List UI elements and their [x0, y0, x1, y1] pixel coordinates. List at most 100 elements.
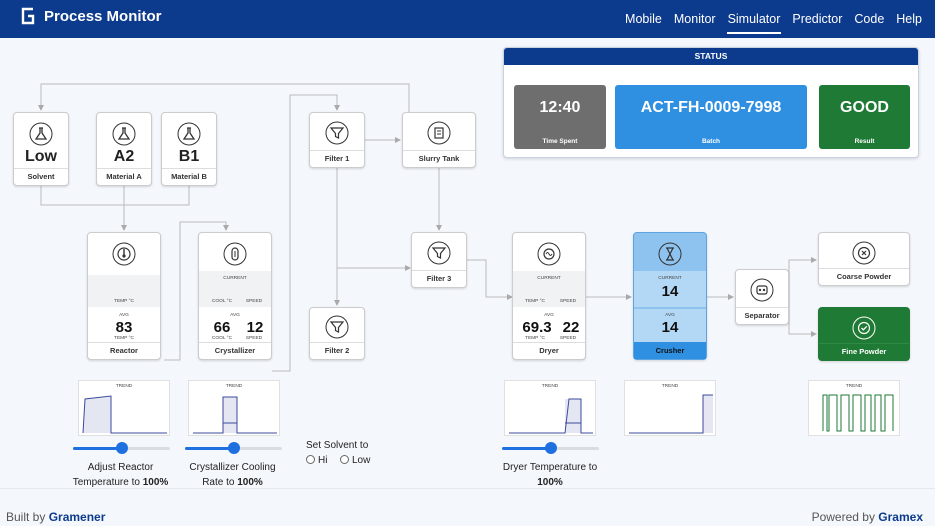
filter-2-node[interactable]: Filter 2	[309, 307, 365, 360]
check-circle-icon	[852, 316, 876, 340]
crusher-label: Crusher	[634, 342, 706, 359]
material-b-node[interactable]: B1 Material B	[161, 112, 217, 186]
dryer-slider-caption: Dryer Temperature to 100%	[502, 462, 598, 488]
crusher-node[interactable]: CURRENT 14 AVG 14 Crusher	[633, 232, 707, 360]
result-label: Result	[854, 138, 875, 145]
material-b-label: Material B	[162, 168, 216, 185]
crystallizer-avg-cool-unit: COOL °C	[211, 336, 233, 341]
cylinder-icon	[223, 242, 247, 266]
crystallizer-trend: TREND	[188, 380, 280, 436]
crystallizer-avg-label: AVG	[230, 313, 240, 318]
solvent-option-hi[interactable]: Hi	[306, 455, 327, 466]
filter-icon	[427, 241, 451, 265]
slurry-tank-label: Slurry Tank	[403, 150, 475, 167]
reactor-trend: TREND	[78, 380, 170, 436]
crystallizer-avg-speed-unit: SPEED	[245, 336, 263, 341]
solvent-label: Solvent	[14, 168, 68, 185]
dryer-temperature-slider[interactable]	[502, 441, 599, 455]
reactor-slider-caption: Adjust Reactor Temperature to 100%	[72, 462, 169, 488]
dryer-avg-speed-unit: SPEED	[559, 336, 577, 341]
crystallizer-cooling-slider[interactable]	[185, 441, 282, 455]
slurry-tank-node[interactable]: Slurry Tank	[402, 112, 476, 168]
crusher-avg-value: 14	[661, 319, 679, 336]
material-a-node[interactable]: A2 Material A	[96, 112, 152, 186]
material-a-label: Material A	[97, 168, 151, 185]
status-title: STATUS	[504, 48, 918, 65]
gramener-link[interactable]: Gramener	[49, 510, 106, 524]
batch-box: ACT-FH-0009-7998 Batch	[615, 85, 807, 149]
material-a-value: A2	[113, 148, 135, 165]
reactor-temperature-slider[interactable]	[73, 441, 170, 455]
dryer-speed-label: SPEED	[559, 299, 577, 304]
powered-by: Powered by Gramex	[811, 510, 923, 524]
batch-value: ACT-FH-0009-7998	[640, 99, 782, 116]
solvent-value: Low	[25, 148, 57, 165]
crystallizer-node[interactable]: CURRENT COOL °C SPEED AVG 66 12 COOL °C …	[198, 232, 272, 360]
dryer-trend: TREND	[504, 380, 596, 436]
coarse-powder-label: Coarse Powder	[819, 268, 909, 285]
separator-node[interactable]: Separator	[735, 269, 789, 325]
output-trend: TREND	[808, 380, 900, 436]
crystallizer-speed-label: SPEED	[245, 299, 263, 304]
batch-label: Batch	[701, 138, 721, 145]
flask-icon	[29, 122, 53, 146]
crystallizer-avg-cool: 66	[213, 319, 231, 336]
time-spent-box: 12:40 Time Spent	[514, 85, 606, 149]
solvent-option-low[interactable]: Low	[340, 455, 370, 466]
x-circle-icon	[852, 241, 876, 265]
crusher-avg-label: AVG	[665, 313, 675, 318]
dryer-label: Dryer	[513, 342, 585, 359]
time-spent-value: 12:40	[539, 99, 581, 116]
flask-icon	[112, 122, 136, 146]
reactor-avg-label: AVG	[119, 313, 129, 318]
reactor-avg-unit: TEMP °C	[114, 336, 134, 341]
dryer-avg-temp: 69.3	[522, 319, 552, 336]
result-value: GOOD	[840, 99, 889, 116]
slider-thumb[interactable]	[544, 442, 557, 454]
reactor-temp-label: TEMP °C	[114, 299, 134, 304]
crystallizer-label: Crystallizer	[199, 342, 271, 359]
thermometer-icon	[112, 242, 136, 266]
filter-icon	[325, 121, 349, 145]
status-panel: STATUS 12:40 Time Spent ACT-FH-0009-7998…	[503, 47, 919, 158]
flask-icon	[177, 122, 201, 146]
solvent-choice-label: Set Solvent to	[306, 440, 369, 451]
dryer-node[interactable]: CURRENT TEMP °C SPEED AVG 69.3 22 TEMP °…	[512, 232, 586, 360]
slider-thumb[interactable]	[115, 442, 128, 454]
filter-3-node[interactable]: Filter 3	[411, 232, 467, 288]
filter-icon	[325, 315, 349, 339]
crusher-current-label: CURRENT	[658, 276, 682, 281]
filter-1-node[interactable]: Filter 1	[309, 112, 365, 168]
crystallizer-slider-caption: Crystallizer Cooling Rate to 100%	[189, 462, 276, 488]
dryer-avg-label: AVG	[544, 313, 554, 318]
dryer-current-label: CURRENT	[537, 276, 561, 281]
gramex-link[interactable]: Gramex	[878, 510, 923, 524]
radio-low[interactable]	[340, 455, 349, 464]
crystallizer-cool-label: COOL °C	[211, 299, 233, 304]
hourglass-icon	[658, 242, 682, 266]
crusher-current-value: 14	[661, 283, 679, 300]
built-by: Built by Gramener	[6, 510, 106, 524]
result-box: GOOD Result	[819, 85, 910, 149]
tank-icon	[427, 121, 451, 145]
separator-label: Separator	[736, 307, 788, 324]
coarse-powder-node[interactable]: Coarse Powder	[818, 232, 910, 286]
dryer-temp-label: TEMP °C	[525, 299, 545, 304]
filter-3-label: Filter 3	[412, 270, 466, 287]
separator-icon	[750, 278, 774, 302]
solvent-node[interactable]: Low Solvent	[13, 112, 69, 186]
filter-2-label: Filter 2	[310, 342, 364, 359]
reactor-label: Reactor	[88, 342, 160, 359]
fine-powder-label: Fine Powder	[819, 343, 909, 360]
dryer-icon	[537, 242, 561, 266]
reactor-avg-value: 83	[115, 319, 133, 336]
fine-powder-node[interactable]: Fine Powder	[818, 307, 910, 361]
reactor-node[interactable]: TEMP °C AVG 83 TEMP °C Reactor	[87, 232, 161, 360]
dryer-avg-speed: 22	[562, 319, 580, 336]
crystallizer-current-label: CURRENT	[223, 276, 247, 281]
slider-thumb[interactable]	[227, 442, 240, 454]
radio-hi[interactable]	[306, 455, 315, 464]
crystallizer-avg-speed: 12	[246, 319, 264, 336]
crusher-trend: TREND	[624, 380, 716, 436]
dryer-avg-temp-unit: TEMP °C	[525, 336, 545, 341]
